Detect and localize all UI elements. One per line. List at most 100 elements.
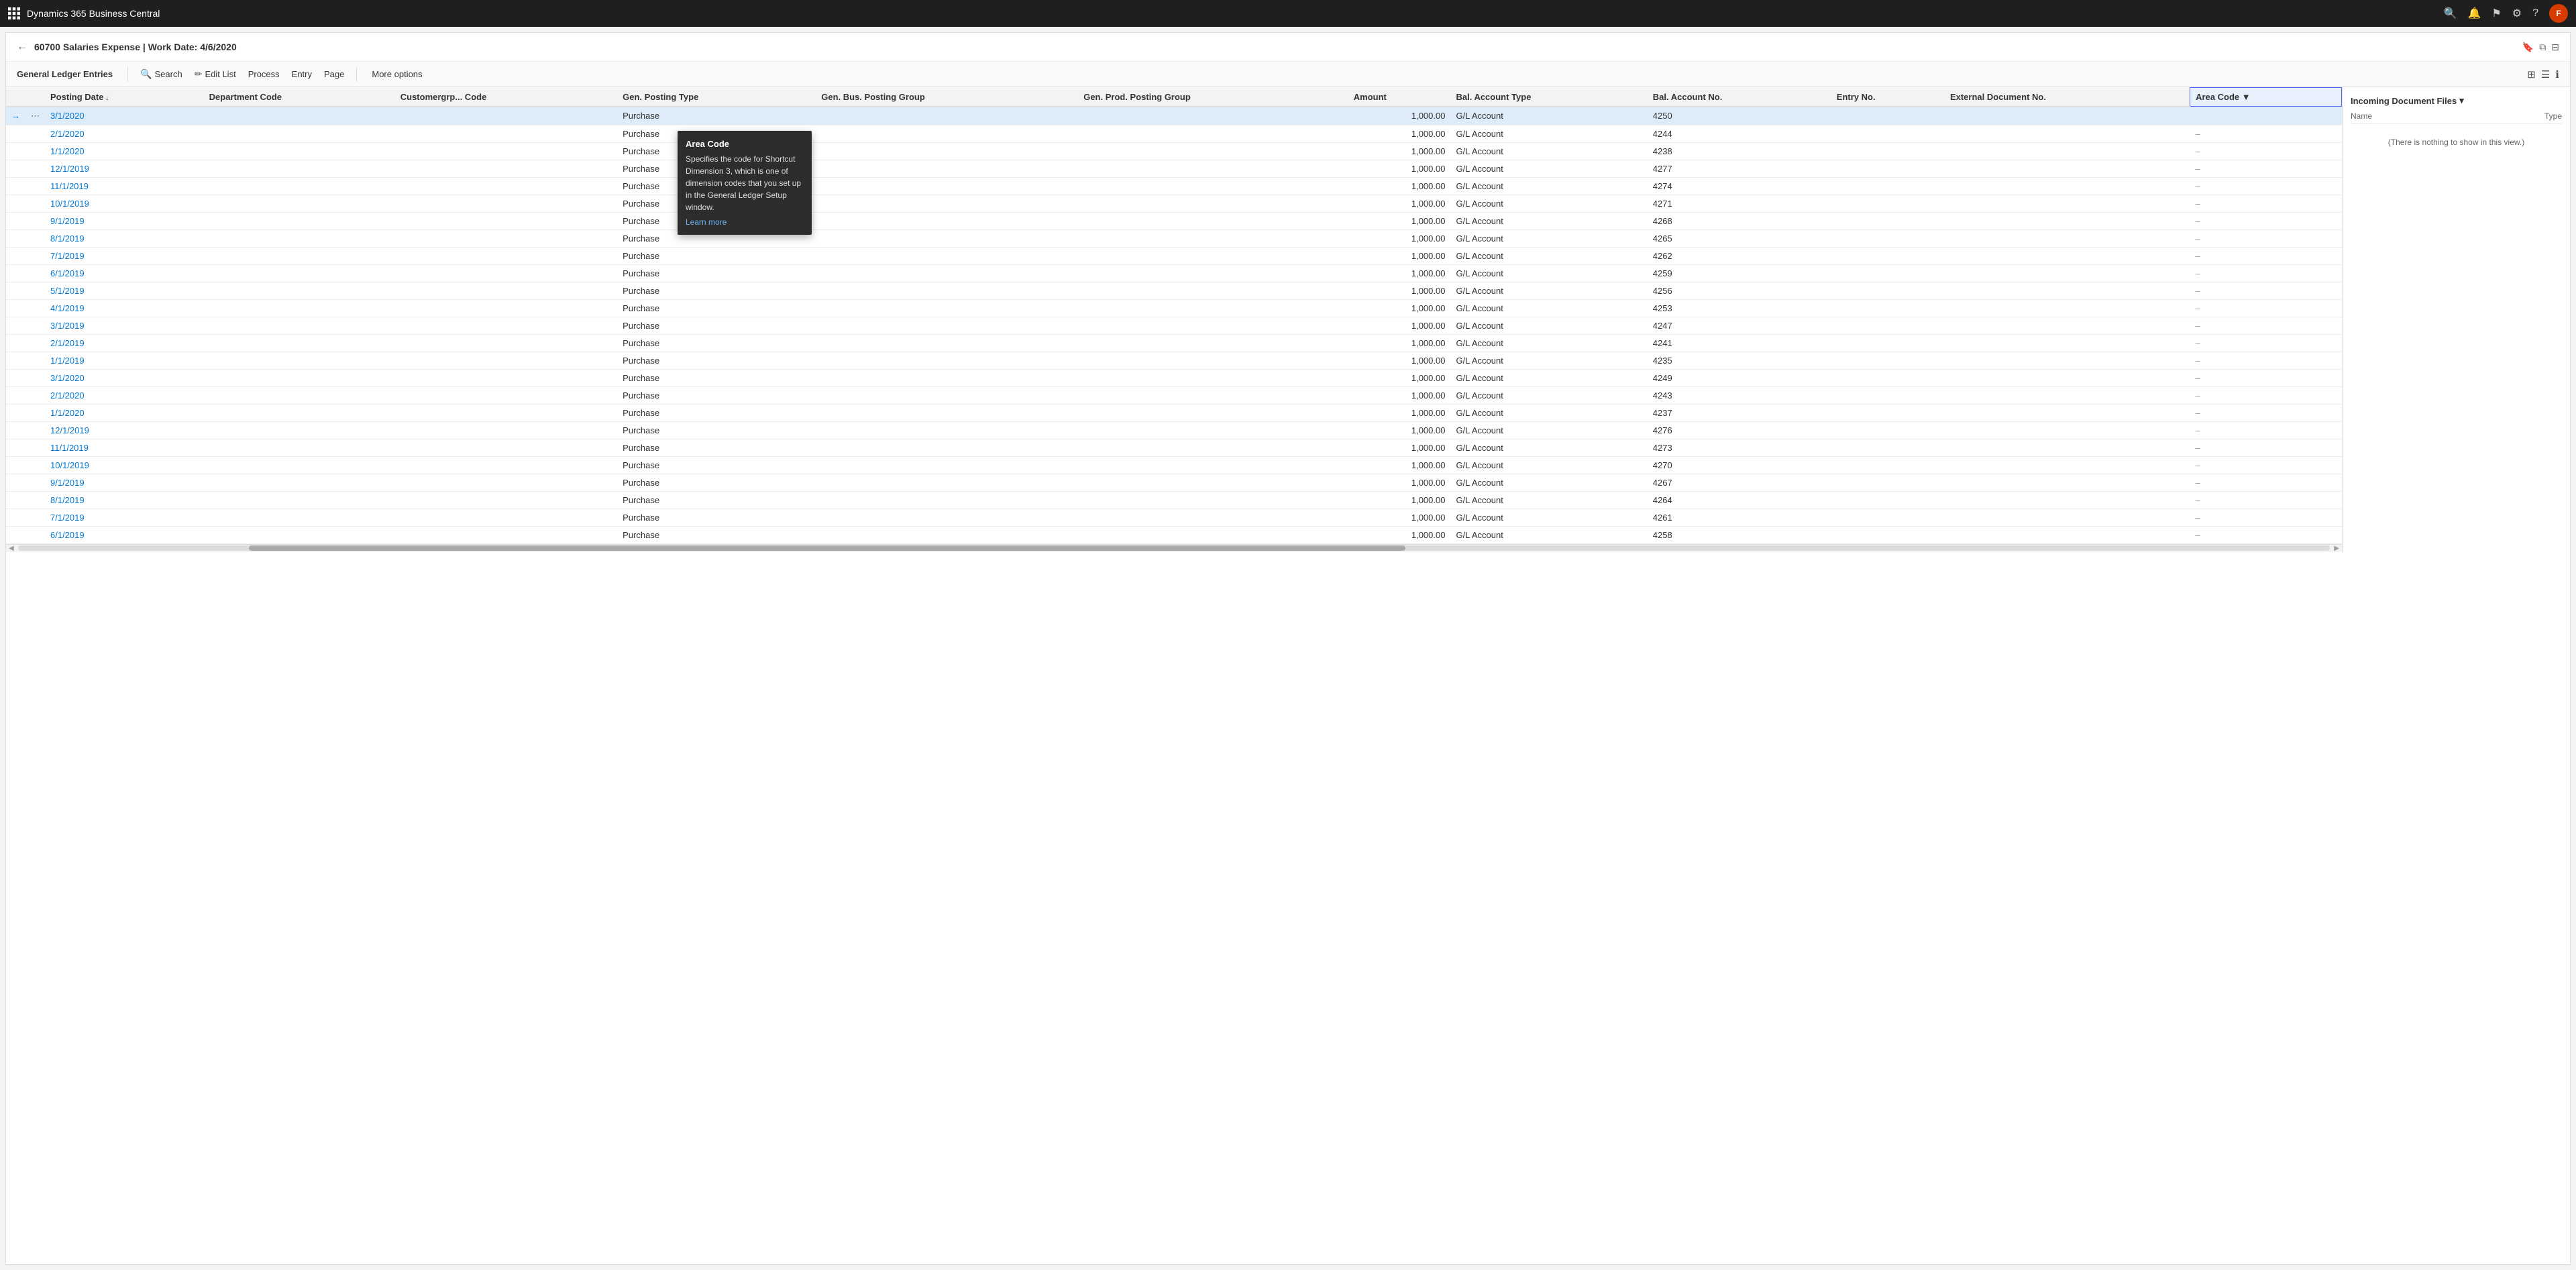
row-context-menu[interactable]	[25, 509, 45, 526]
row-context-menu[interactable]	[25, 247, 45, 264]
row-context-menu[interactable]	[25, 160, 45, 177]
row-context-menu[interactable]	[25, 317, 45, 334]
posting-date-cell[interactable]: 2/1/2020	[45, 386, 204, 404]
horizontal-scrollbar[interactable]: ◀ ▶	[6, 544, 2342, 552]
posting-date-cell[interactable]: 3/1/2020	[45, 369, 204, 386]
row-context-menu[interactable]	[25, 352, 45, 369]
open-new-icon[interactable]: ⧉	[2539, 42, 2546, 53]
bookmark-icon[interactable]: ⚑	[2491, 7, 2501, 20]
posting-date-cell[interactable]: 1/1/2020	[45, 404, 204, 421]
settings-icon[interactable]: ⚙	[2512, 7, 2522, 20]
posting-date-cell[interactable]: 1/1/2020	[45, 142, 204, 160]
posting-date-cell[interactable]: 5/1/2019	[45, 282, 204, 299]
posting-date-cell[interactable]: 9/1/2019	[45, 474, 204, 491]
posting-date-cell[interactable]: 3/1/2019	[45, 317, 204, 334]
row-context-menu[interactable]	[25, 195, 45, 212]
gen-posting-type-header[interactable]: Gen. Posting Type	[617, 88, 816, 107]
row-context-menu[interactable]	[25, 369, 45, 386]
row-context-menu[interactable]	[25, 264, 45, 282]
search-button[interactable]: 🔍 Search	[135, 66, 188, 83]
collapse-icon[interactable]: ⊟	[2551, 42, 2559, 53]
row-context-menu[interactable]	[25, 474, 45, 491]
edit-list-button[interactable]: ✏ Edit List	[189, 66, 241, 83]
posting-date-cell[interactable]: 7/1/2019	[45, 509, 204, 526]
row-context-menu[interactable]	[25, 491, 45, 509]
entry-no-header[interactable]: Entry No.	[1831, 88, 1945, 107]
bookmark-page-icon[interactable]: 🔖	[2522, 42, 2534, 53]
back-button[interactable]: ←	[17, 41, 28, 53]
user-avatar[interactable]: F	[2549, 4, 2568, 23]
posting-date-cell[interactable]: 11/1/2019	[45, 177, 204, 195]
customer-code-cell	[395, 404, 617, 421]
posting-date-cell[interactable]: 1/1/2019	[45, 352, 204, 369]
dept-code-header[interactable]: Department Code	[204, 88, 395, 107]
more-options-button[interactable]: More options	[366, 66, 427, 82]
amount-cell: 1,000.00	[1348, 317, 1451, 334]
page-button[interactable]: Page	[319, 66, 350, 82]
app-grid-button[interactable]	[8, 7, 20, 19]
row-context-menu[interactable]	[25, 456, 45, 474]
row-context-menu[interactable]	[25, 404, 45, 421]
row-context-menu[interactable]	[25, 142, 45, 160]
posting-date-cell[interactable]: 6/1/2019	[45, 526, 204, 543]
row-current-indicator	[6, 247, 25, 264]
posting-date-cell[interactable]: 2/1/2020	[45, 125, 204, 142]
right-panel-chevron-icon[interactable]: ▾	[2459, 95, 2464, 106]
posting-date-cell[interactable]: 12/1/2019	[45, 160, 204, 177]
row-context-menu[interactable]	[25, 177, 45, 195]
gen-prod-posting-group-header[interactable]: Gen. Prod. Posting Group	[1078, 88, 1348, 107]
info-icon[interactable]: ℹ	[2555, 68, 2559, 81]
row-context-menu[interactable]	[25, 421, 45, 439]
row-context-menu[interactable]	[25, 299, 45, 317]
external-doc-no-header[interactable]: External Document No.	[1945, 88, 2190, 107]
row-context-menu[interactable]	[25, 282, 45, 299]
bal-account-no-cell: 4243	[1648, 386, 1831, 404]
list-view-icon[interactable]: ☰	[2541, 68, 2550, 81]
posting-date-cell[interactable]: 8/1/2019	[45, 491, 204, 509]
posting-date-cell[interactable]: 7/1/2019	[45, 247, 204, 264]
bal-account-type-header[interactable]: Bal. Account Type	[1450, 88, 1647, 107]
filter-icon[interactable]: ⊞	[2527, 68, 2536, 81]
bal-account-no-cell: 4244	[1648, 125, 1831, 142]
gen-prod-posting-group-cell	[1078, 386, 1348, 404]
edit-list-label: Edit List	[205, 69, 235, 79]
customer-code-header[interactable]: Customergrp... Code	[395, 88, 617, 107]
process-button[interactable]: Process	[243, 66, 285, 82]
area-code-header[interactable]: Area Code ▼	[2190, 88, 2342, 107]
posting-date-cell[interactable]: 2/1/2019	[45, 334, 204, 352]
row-context-menu[interactable]	[25, 334, 45, 352]
customer-code-cell	[395, 352, 617, 369]
notification-icon[interactable]: 🔔	[2467, 7, 2481, 20]
search-icon[interactable]: 🔍	[2444, 7, 2457, 20]
scroll-right-arrow[interactable]: ▶	[2331, 545, 2342, 552]
posting-date-cell[interactable]: 4/1/2019	[45, 299, 204, 317]
entry-button[interactable]: Entry	[286, 66, 317, 82]
posting-date-cell[interactable]: 11/1/2019	[45, 439, 204, 456]
posting-date-cell[interactable]: 3/1/2020	[45, 107, 204, 125]
more-options-label: More options	[372, 69, 422, 79]
tooltip-learn-more-link[interactable]: Learn more	[686, 217, 804, 227]
amount-header[interactable]: Amount	[1348, 88, 1451, 107]
posting-date-cell[interactable]: 12/1/2019	[45, 421, 204, 439]
row-context-menu[interactable]: ⋯	[25, 107, 45, 125]
posting-date-header[interactable]: Posting Date	[45, 88, 204, 107]
gen-bus-posting-group-cell	[816, 509, 1078, 526]
scrollbar-thumb[interactable]	[249, 545, 1405, 551]
row-context-menu[interactable]	[25, 526, 45, 543]
row-current-indicator	[6, 282, 25, 299]
row-context-menu[interactable]	[25, 212, 45, 229]
posting-date-cell[interactable]: 10/1/2019	[45, 195, 204, 212]
row-context-menu[interactable]	[25, 386, 45, 404]
row-context-menu[interactable]	[25, 125, 45, 142]
scroll-left-arrow[interactable]: ◀	[6, 545, 17, 552]
posting-date-cell[interactable]: 8/1/2019	[45, 229, 204, 247]
posting-date-cell[interactable]: 10/1/2019	[45, 456, 204, 474]
help-icon[interactable]: ?	[2532, 7, 2538, 19]
row-context-menu[interactable]	[25, 229, 45, 247]
posting-date-cell[interactable]: 6/1/2019	[45, 264, 204, 282]
row-context-menu[interactable]	[25, 439, 45, 456]
posting-date-cell[interactable]: 9/1/2019	[45, 212, 204, 229]
bal-account-no-header[interactable]: Bal. Account No.	[1648, 88, 1831, 107]
bal-account-no-cell: 4264	[1648, 491, 1831, 509]
gen-bus-posting-group-header[interactable]: Gen. Bus. Posting Group	[816, 88, 1078, 107]
